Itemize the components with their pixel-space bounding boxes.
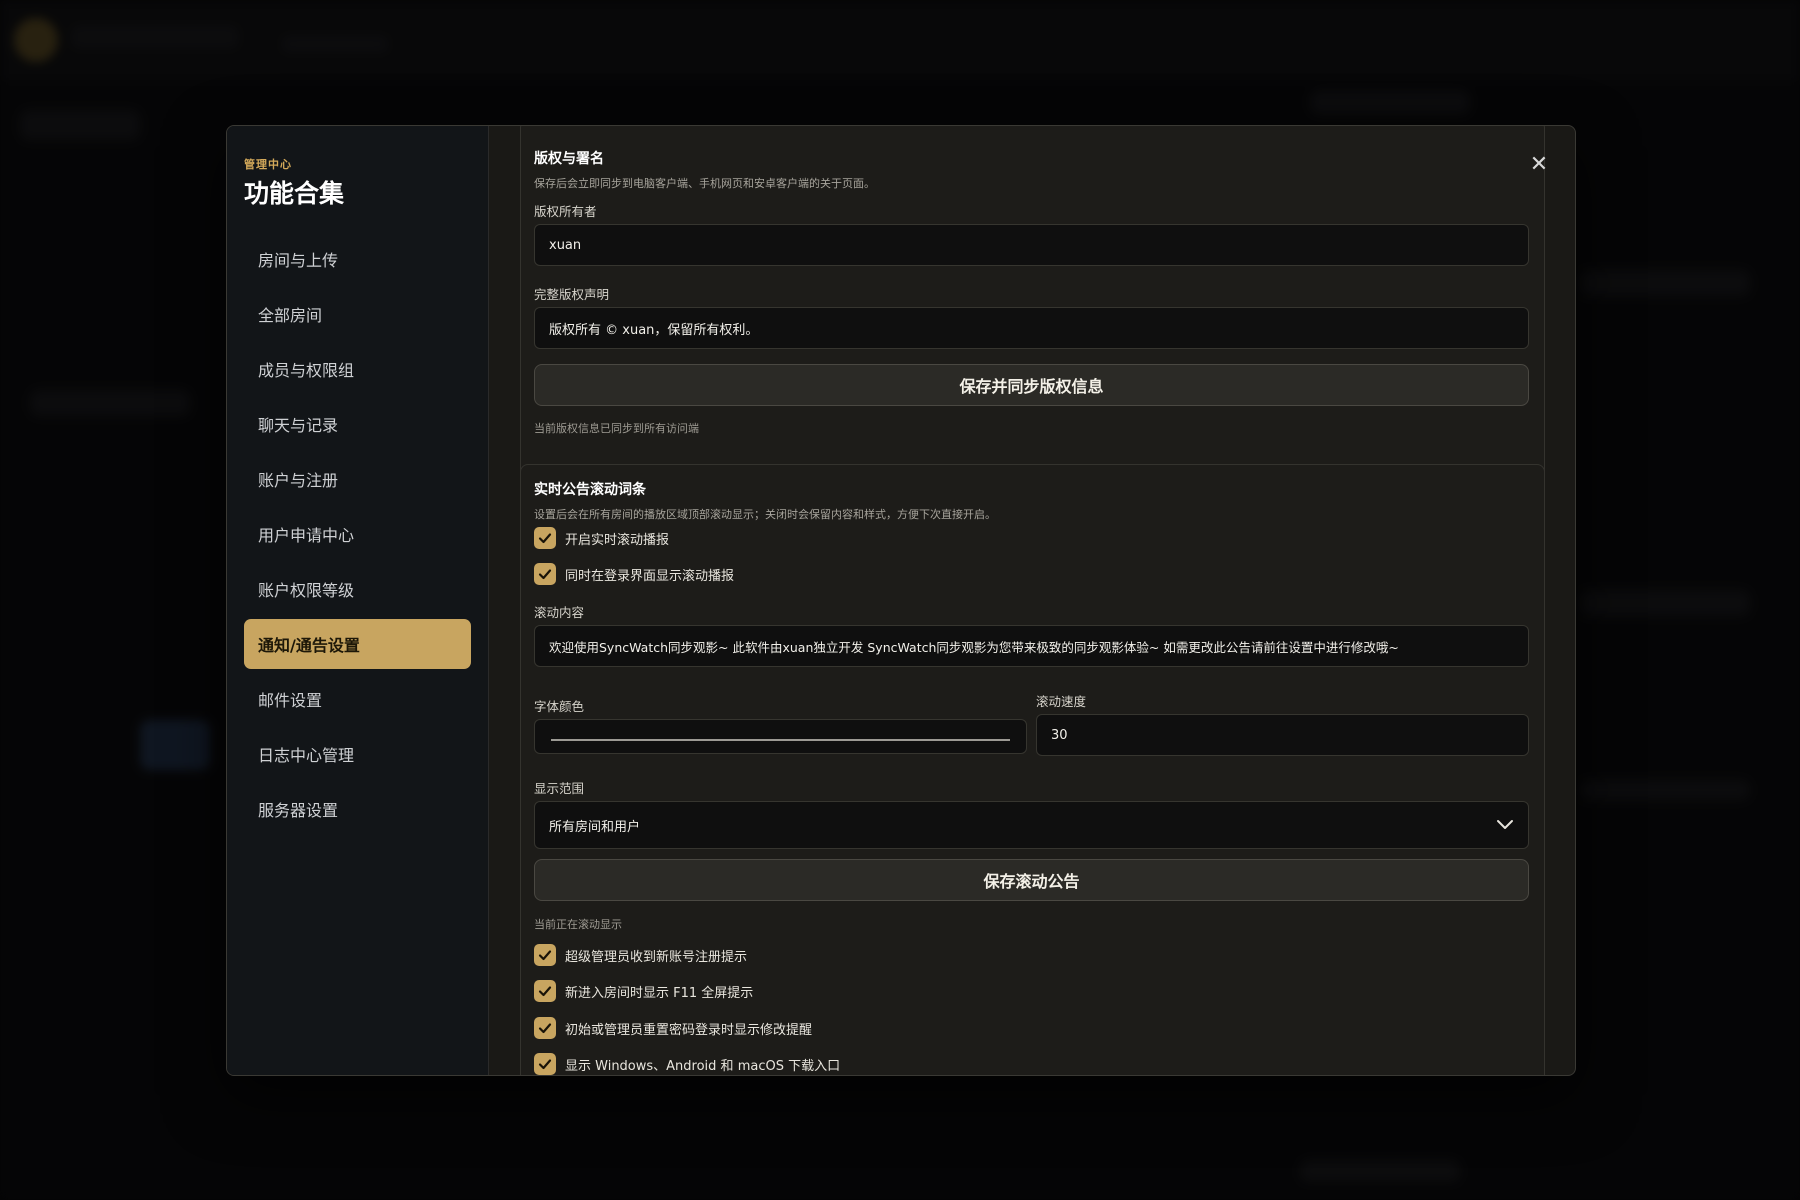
register-notice-checkbox[interactable] [534, 944, 556, 966]
sidebar-item-label: 日志中心管理 [258, 746, 355, 765]
enable-ticker-label: 开启实时滚动播报 [565, 532, 670, 548]
chevron-down-icon [1497, 820, 1513, 829]
password-reminder-checkbox[interactable] [534, 1017, 556, 1039]
sidebar-item-label: 服务器设置 [258, 801, 339, 820]
option-label: 超级管理员收到新账号注册提示 [565, 949, 748, 965]
content-panel[interactable]: 版权与署名 保存后会立即同步到电脑客户端、手机网页和安卓客户端的关于页面。 版权… [489, 126, 1575, 1075]
sidebar-item-email[interactable]: 邮件设置 [244, 674, 471, 724]
sidebar-item-label: 邮件设置 [258, 691, 323, 710]
fullscreen-hint-checkbox[interactable] [534, 980, 556, 1002]
statement-label: 完整版权声明 [534, 287, 610, 302]
font-color-label: 字体颜色 [534, 699, 585, 714]
enable-ticker-checkbox[interactable] [534, 527, 556, 549]
sidebar-item-label: 账户与注册 [258, 471, 339, 490]
feature-center-modal: 管理中心 功能合集 房间与上传 全部房间 成员与权限组 聊天与记录 账户与注册 … [226, 125, 1576, 1076]
ticker-content-label: 滚动内容 [534, 605, 585, 620]
sidebar-title: 功能合集 [244, 179, 345, 208]
ticker-status: 当前正在滚动显示 [534, 918, 622, 931]
option-row[interactable]: 新进入房间时显示 F11 全屏提示 [534, 980, 753, 1002]
checkmark-icon [538, 569, 552, 580]
ticker-card: 实时公告滚动词条 设置后会在所有房间的播放区域顶部滚动显示；关闭时会保留内容和样… [520, 464, 1545, 1075]
speed-input[interactable]: 30 [1036, 714, 1529, 756]
ticker-content-input[interactable]: 欢迎使用SyncWatch同步观影~ 此软件由xuan独立开发 SyncWatc… [534, 625, 1529, 667]
sidebar-item-members-groups[interactable]: 成员与权限组 [244, 344, 471, 394]
checkmark-icon [538, 950, 552, 961]
option-row[interactable]: 显示 Windows、Android 和 macOS 下载入口 [534, 1053, 840, 1075]
copyright-status: 当前版权信息已同步到所有访问端 [534, 422, 699, 435]
sidebar-item-label: 房间与上传 [258, 251, 339, 270]
sidebar-item-label: 用户申请中心 [258, 526, 355, 545]
close-button[interactable]: ✕ [1527, 152, 1551, 177]
ticker-title: 实时公告滚动词条 [534, 482, 646, 498]
owner-input[interactable]: xuan [534, 224, 1529, 266]
checkmark-icon [538, 1059, 552, 1070]
option-label: 初始或管理员重置密码登录时显示修改提醒 [565, 1022, 813, 1038]
save-ticker-button[interactable]: 保存滚动公告 [534, 859, 1529, 901]
checkmark-icon [538, 1023, 552, 1034]
checkmark-icon [538, 533, 552, 544]
scope-value: 所有房间和用户 [549, 819, 641, 835]
download-entry-checkbox[interactable] [534, 1053, 556, 1075]
copyright-title: 版权与署名 [534, 151, 604, 167]
option-row[interactable]: 初始或管理员重置密码登录时显示修改提醒 [534, 1017, 812, 1039]
speed-label: 滚动速度 [1036, 694, 1087, 709]
sidebar-kicker: 管理中心 [244, 158, 292, 171]
sidebar: 管理中心 功能合集 房间与上传 全部房间 成员与权限组 聊天与记录 账户与注册 … [227, 126, 489, 1075]
speed-value: 30 [1051, 727, 1068, 743]
login-ticker-label: 同时在登录界面显示滚动播报 [565, 568, 735, 584]
login-ticker-checkbox[interactable] [534, 563, 556, 585]
sidebar-item-chat-records[interactable]: 聊天与记录 [244, 399, 471, 449]
option-label: 新进入房间时显示 F11 全屏提示 [565, 985, 754, 1001]
sidebar-item-accounts-registration[interactable]: 账户与注册 [244, 454, 471, 504]
sidebar-item-rooms-upload[interactable]: 房间与上传 [244, 234, 471, 284]
checkmark-icon [538, 986, 552, 997]
option-row[interactable]: 超级管理员收到新账号注册提示 [534, 944, 747, 966]
enable-ticker-option[interactable]: 开启实时滚动播报 [534, 527, 669, 549]
font-color-picker[interactable] [534, 719, 1027, 754]
owner-label: 版权所有者 [534, 204, 597, 219]
sidebar-item-server[interactable]: 服务器设置 [244, 784, 471, 834]
statement-value: 版权所有 © xuan，保留所有权利。 [549, 322, 759, 338]
sidebar-item-label: 全部房间 [258, 306, 323, 325]
copyright-description: 保存后会立即同步到电脑客户端、手机网页和安卓客户端的关于页面。 [534, 177, 875, 190]
scope-select[interactable]: 所有房间和用户 [534, 801, 1529, 849]
ticker-description: 设置后会在所有房间的播放区域顶部滚动显示；关闭时会保留内容和样式，方便下次直接开… [534, 508, 996, 521]
sidebar-item-all-rooms[interactable]: 全部房间 [244, 289, 471, 339]
save-copyright-button[interactable]: 保存并同步版权信息 [534, 364, 1529, 406]
sidebar-item-notifications[interactable]: 通知/通告设置 [244, 619, 471, 669]
owner-value: xuan [549, 237, 582, 253]
option-label: 显示 Windows、Android 和 macOS 下载入口 [565, 1058, 841, 1074]
sidebar-item-label: 成员与权限组 [258, 361, 355, 380]
font-color-swatch [551, 739, 1010, 741]
sidebar-item-label: 账户权限等级 [258, 581, 355, 600]
sidebar-item-permission-levels[interactable]: 账户权限等级 [244, 564, 471, 614]
sidebar-item-user-requests[interactable]: 用户申请中心 [244, 509, 471, 559]
sidebar-item-logs[interactable]: 日志中心管理 [244, 729, 471, 779]
sidebar-item-label: 聊天与记录 [258, 416, 339, 435]
ticker-content-value: 欢迎使用SyncWatch同步观影~ 此软件由xuan独立开发 SyncWatc… [549, 639, 1399, 655]
login-ticker-option[interactable]: 同时在登录界面显示滚动播报 [534, 563, 734, 585]
scope-label: 显示范围 [534, 781, 585, 796]
sidebar-item-label: 通知/通告设置 [258, 636, 360, 655]
close-icon[interactable]: ✕ [1530, 152, 1548, 177]
statement-input[interactable]: 版权所有 © xuan，保留所有权利。 [534, 307, 1529, 349]
sidebar-nav: 房间与上传 全部房间 成员与权限组 聊天与记录 账户与注册 用户申请中心 账户权… [244, 234, 471, 839]
